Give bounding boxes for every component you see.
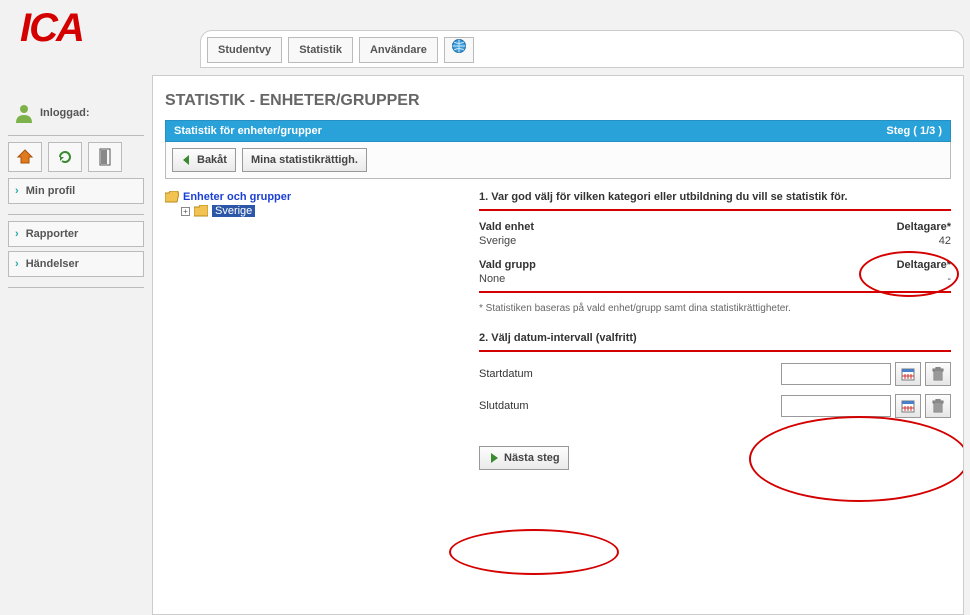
- user-icon: [14, 103, 34, 123]
- tab-anvandare[interactable]: Användare: [359, 37, 438, 63]
- enddate-calendar-button[interactable]: [895, 394, 921, 418]
- expand-icon[interactable]: +: [181, 207, 190, 216]
- trash-icon: [932, 367, 944, 381]
- participants-label-2: Deltagare*: [897, 259, 951, 271]
- calendar-icon: [901, 399, 915, 413]
- enddate-clear-button[interactable]: [925, 394, 951, 418]
- logo: ICA: [20, 6, 83, 51]
- chevron-right-icon: ›: [15, 258, 19, 270]
- startdate-input[interactable]: [781, 363, 891, 385]
- participants-unit-value: 42: [939, 235, 951, 247]
- sidebar: Inloggad: ›: [0, 75, 152, 615]
- step-bar: Statistik för enheter/grupper Steg ( 1/3…: [165, 120, 951, 142]
- sidebar-item-handelser[interactable]: › Händelser: [8, 251, 144, 277]
- annotation-circle: [449, 529, 619, 575]
- tab-globe[interactable]: [444, 37, 474, 63]
- startdate-calendar-button[interactable]: [895, 362, 921, 386]
- back-button-label: Bakåt: [197, 149, 227, 171]
- sidebar-item-rapporter[interactable]: › Rapporter: [8, 221, 144, 247]
- permissions-button-label: Mina statistikrättigh.: [251, 149, 358, 171]
- sidebar-item-min-profil[interactable]: › Min profil: [8, 178, 144, 204]
- next-button[interactable]: Nästa steg: [479, 446, 569, 470]
- exit-button[interactable]: [88, 142, 122, 172]
- divider-red: [479, 291, 951, 293]
- home-icon: [16, 148, 34, 166]
- selected-unit-label: Vald enhet: [479, 221, 534, 233]
- divider: [8, 214, 144, 215]
- trash-icon: [932, 399, 944, 413]
- divider: [8, 287, 144, 288]
- sidebar-item-label: Händelser: [26, 258, 79, 270]
- enddate-row: Slutdatum: [479, 394, 951, 418]
- tree-root-link[interactable]: Enheter och grupper: [183, 191, 291, 203]
- selected-unit-value: Sverige: [479, 235, 516, 247]
- row-selected-unit-values: Sverige 42: [479, 235, 951, 247]
- divider: [8, 135, 144, 136]
- reload-button[interactable]: [48, 142, 82, 172]
- door-icon: [98, 148, 112, 166]
- chevron-right-icon: ›: [15, 185, 19, 197]
- row-selected-unit: Vald enhet Deltagare*: [479, 221, 951, 233]
- enddate-label: Slutdatum: [479, 400, 529, 412]
- stepbar-right: Steg ( 1/3 ): [886, 125, 942, 137]
- row-selected-group: Vald grupp Deltagare*: [479, 259, 951, 271]
- tab-strip: Studentvy Statistik Användare: [200, 30, 964, 68]
- selected-group-value: None: [479, 273, 505, 285]
- participants-label-1: Deltagare*: [897, 221, 951, 233]
- row-selected-group-values: None -: [479, 273, 951, 285]
- data-column: 1. Var god välj för vilken kategori elle…: [479, 191, 951, 470]
- loggedin-label: Inloggad:: [40, 107, 90, 119]
- arrow-right-icon: [488, 452, 500, 464]
- tree-root[interactable]: Enheter och grupper: [165, 191, 465, 203]
- section1-footnote: * Statistiken baseras på vald enhet/grup…: [479, 303, 951, 314]
- toolbar-buttons: [8, 142, 144, 172]
- folder-open-icon: [165, 191, 179, 203]
- section2-heading: 2. Välj datum-intervall (valfritt): [479, 332, 951, 344]
- sidebar-item-label: Min profil: [26, 185, 76, 197]
- stepbar-left: Statistik för enheter/grupper: [174, 125, 322, 137]
- sidebar-item-label: Rapporter: [26, 228, 79, 240]
- top-bar: ICA Studentvy Statistik Användare: [0, 0, 970, 75]
- enddate-input[interactable]: [781, 395, 891, 417]
- page-title: STATISTIK - ENHETER/GRUPPER: [165, 92, 951, 110]
- arrow-left-icon: [181, 154, 193, 166]
- startdate-row: Startdatum: [479, 362, 951, 386]
- tab-studentvy[interactable]: Studentvy: [207, 37, 282, 63]
- reload-icon: [57, 149, 73, 165]
- globe-icon: [451, 38, 467, 54]
- permissions-button[interactable]: Mina statistikrättigh.: [242, 148, 367, 172]
- chevron-right-icon: ›: [15, 228, 19, 240]
- divider-red: [479, 350, 951, 352]
- tab-statistik[interactable]: Statistik: [288, 37, 353, 63]
- startdate-clear-button[interactable]: [925, 362, 951, 386]
- section1-heading: 1. Var god välj för vilken kategori elle…: [479, 191, 951, 203]
- loggedin-status: Inloggad:: [14, 103, 144, 123]
- back-button[interactable]: Bakåt: [172, 148, 236, 172]
- folder-icon: [194, 205, 208, 217]
- next-wrap: Nästa steg: [479, 446, 951, 470]
- tree-child-selected[interactable]: Sverige: [212, 205, 255, 217]
- tree-child[interactable]: + Sverige: [165, 205, 465, 217]
- startdate-label: Startdatum: [479, 368, 533, 380]
- tree-column: Enheter och grupper + Sverige: [165, 191, 465, 470]
- content-columns: Enheter och grupper + Sverige 1. Var god…: [165, 191, 951, 470]
- main-panel: STATISTIK - ENHETER/GRUPPER Statistik fö…: [152, 75, 964, 615]
- selected-group-label: Vald grupp: [479, 259, 536, 271]
- participants-group-value: -: [947, 273, 951, 285]
- calendar-icon: [901, 367, 915, 381]
- home-button[interactable]: [8, 142, 42, 172]
- sub-toolbar: Bakåt Mina statistikrättigh.: [165, 142, 951, 179]
- divider-red: [479, 209, 951, 211]
- next-button-label: Nästa steg: [504, 447, 560, 469]
